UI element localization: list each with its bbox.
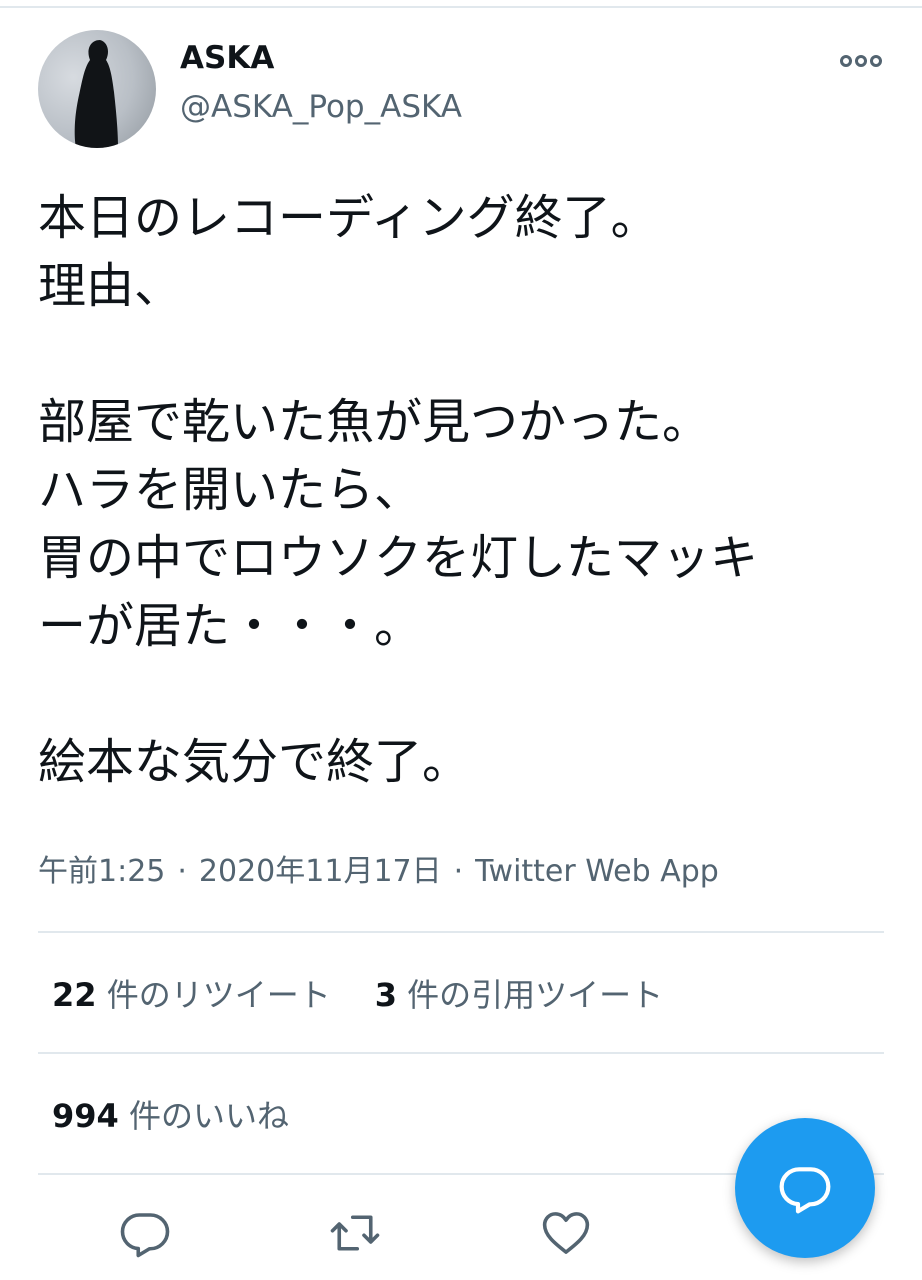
retweet-icon bbox=[330, 1215, 380, 1251]
share-stats-row: 22 件のリツイート 3 件の引用ツイート bbox=[52, 970, 663, 1016]
divider bbox=[38, 1052, 884, 1054]
avatar[interactable] bbox=[38, 30, 156, 148]
retweets-stat[interactable]: 22 件のリツイート bbox=[52, 976, 331, 1014]
compose-message-button[interactable] bbox=[735, 1118, 875, 1258]
likes-label: 件のいいね bbox=[128, 1097, 289, 1135]
divider bbox=[38, 931, 884, 933]
meta-separator: · bbox=[177, 854, 187, 889]
quotes-stat[interactable]: 3 件の引用ツイート bbox=[375, 976, 663, 1014]
heart-icon bbox=[542, 1212, 590, 1254]
tweet-text: 本日のレコーディング終了。 理由、 部屋で乾いた魚が見つかった。 ハラを開いたら… bbox=[38, 190, 759, 790]
like-button[interactable] bbox=[539, 1206, 593, 1260]
quotes-label: 件の引用ツイート bbox=[407, 976, 664, 1014]
tweet-time[interactable]: 午前1:25 bbox=[38, 854, 165, 889]
retweets-count: 22 bbox=[52, 976, 97, 1014]
retweets-label: 件のリツイート bbox=[106, 976, 331, 1014]
tweet-source[interactable]: Twitter Web App bbox=[475, 854, 719, 889]
likes-count: 994 bbox=[52, 1097, 119, 1135]
author-display-name[interactable]: ASKA bbox=[180, 40, 274, 76]
avatar-silhouette-icon bbox=[74, 40, 118, 148]
reply-icon bbox=[120, 1213, 170, 1258]
more-dots-icon[interactable] bbox=[838, 48, 884, 74]
likes-stat[interactable]: 994 件のいいね bbox=[52, 1091, 289, 1137]
quotes-count: 3 bbox=[374, 976, 397, 1014]
reply-button[interactable] bbox=[118, 1206, 172, 1260]
meta-separator: · bbox=[453, 854, 464, 889]
retweet-button[interactable] bbox=[328, 1206, 382, 1260]
author-handle[interactable]: @ASKA_Pop_ASKA bbox=[180, 89, 462, 125]
top-border bbox=[0, 0, 922, 8]
tweet-date[interactable]: 2020年11月17日 bbox=[199, 854, 442, 889]
compose-message-icon bbox=[779, 1167, 831, 1214]
tweet-metadata: 午前1:25 · 2020年11月17日 · Twitter Web App bbox=[38, 846, 719, 890]
